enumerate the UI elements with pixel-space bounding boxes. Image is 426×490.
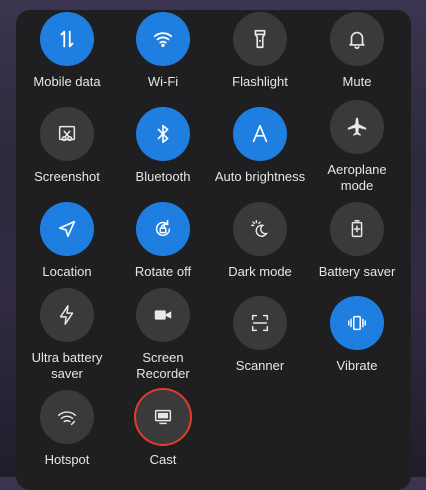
dark-mode-icon — [251, 220, 268, 237]
tile-wifi[interactable]: Wi-Fi — [115, 12, 211, 90]
tile-mobile-data[interactable]: Mobile data — [19, 12, 115, 90]
tile-screenshot[interactable]: Screenshot — [19, 107, 115, 185]
screen-recorder-button[interactable] — [136, 288, 190, 342]
tile-battery-saver[interactable]: Battery saver — [309, 202, 405, 280]
airplane-icon — [347, 117, 367, 136]
rotate-off-button[interactable] — [136, 202, 190, 256]
tile-label: Hotspot — [44, 452, 90, 467]
hotspot-button[interactable] — [40, 390, 94, 444]
tile-dark-mode[interactable]: Dark mode — [212, 202, 308, 280]
tile-ultra-battery-saver[interactable]: Ultra battery saver — [19, 288, 115, 382]
location-button[interactable] — [40, 202, 94, 256]
auto-brightness-icon — [252, 124, 268, 143]
tile-screen-recorder[interactable]: Screen Recorder — [115, 288, 211, 382]
cast-button[interactable] — [136, 390, 190, 444]
tile-label: Mobile data — [33, 74, 101, 89]
tile-label: Screenshot — [34, 169, 100, 184]
rotate-lock-icon — [155, 220, 171, 237]
mute-button[interactable] — [330, 12, 384, 66]
bell-icon — [349, 31, 365, 49]
tile-cast[interactable]: Cast — [115, 390, 211, 468]
bluetooth-icon — [157, 124, 169, 144]
tile-label: Auto brightness — [214, 169, 306, 184]
tile-label: Aeroplane mode — [327, 162, 387, 193]
tile-label: Wi-Fi — [147, 74, 179, 89]
wifi-icon — [153, 32, 173, 48]
scanner-button[interactable] — [233, 296, 287, 350]
ultra-battery-saver-icon — [59, 305, 74, 325]
screen-recorder-icon — [154, 310, 172, 320]
quick-settings-panel: Mobile data Wi-Fi Flashlight Mute Screen… — [16, 10, 411, 490]
battery-saver-icon — [351, 220, 363, 238]
dark-mode-button[interactable] — [233, 202, 287, 256]
screenshot-button[interactable] — [40, 107, 94, 161]
wifi-button[interactable] — [136, 12, 190, 66]
tile-aeroplane-mode[interactable]: Aeroplane mode — [309, 100, 405, 194]
tile-label: Dark mode — [228, 264, 292, 279]
tile-hotspot[interactable]: Hotspot — [19, 390, 115, 468]
mobile-data-button[interactable] — [40, 12, 94, 66]
mobile-data-icon — [60, 30, 74, 48]
auto-brightness-button[interactable] — [233, 107, 287, 161]
tile-label: Ultra battery saver — [31, 350, 103, 381]
battery-saver-button[interactable] — [330, 202, 384, 256]
tile-label: Bluetooth — [135, 169, 191, 184]
tile-mute[interactable]: Mute — [309, 12, 405, 90]
tile-label: Battery saver — [318, 264, 396, 279]
tile-auto-brightness[interactable]: Auto brightness — [212, 107, 308, 185]
hotspot-icon — [58, 411, 76, 426]
aeroplane-mode-button[interactable] — [330, 100, 384, 154]
tile-location[interactable]: Location — [19, 202, 115, 280]
tile-vibrate[interactable]: Vibrate — [309, 296, 405, 374]
quick-settings-grid: Mobile data Wi-Fi Flashlight Mute Screen… — [16, 10, 411, 490]
flashlight-icon — [254, 29, 266, 49]
tile-flashlight[interactable]: Flashlight — [212, 12, 308, 90]
flashlight-button[interactable] — [233, 12, 287, 66]
tile-label: Mute — [342, 74, 372, 89]
tile-label: Screen Recorder — [136, 350, 190, 381]
tile-label: Rotate off — [134, 264, 192, 279]
vibrate-icon — [348, 315, 366, 331]
tile-rotate-off[interactable]: Rotate off — [115, 202, 211, 280]
tile-label: Flashlight — [232, 74, 288, 89]
scanner-icon — [251, 314, 269, 332]
tile-scanner[interactable]: Scanner — [212, 296, 308, 374]
screenshot-icon — [58, 125, 76, 142]
tile-bluetooth[interactable]: Bluetooth — [115, 107, 211, 185]
tile-label: Cast — [149, 452, 177, 467]
bluetooth-button[interactable] — [136, 107, 190, 161]
tile-label: Vibrate — [336, 358, 378, 373]
vibrate-button[interactable] — [330, 296, 384, 350]
tile-label: Scanner — [235, 358, 285, 373]
cast-icon — [154, 409, 172, 425]
tile-label: Location — [42, 264, 92, 279]
ultra-battery-saver-button[interactable] — [40, 288, 94, 342]
location-icon — [58, 220, 76, 238]
